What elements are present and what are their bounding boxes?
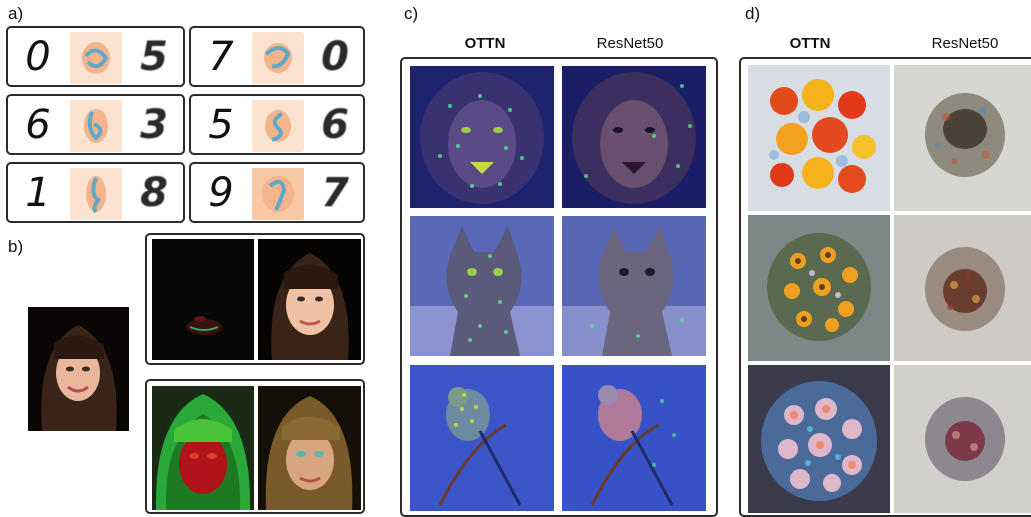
attribution-map (70, 32, 122, 84)
feature-visualization-box (739, 57, 1031, 517)
column-header-resnet50: ResNet50 (596, 35, 664, 52)
panel-label-d: d) (745, 4, 761, 23)
attribution-map (252, 32, 304, 84)
attribution-map-face (152, 239, 254, 360)
panel-label-b: b) (8, 237, 24, 256)
attribution-map-face (152, 386, 254, 510)
digit-input: 5 (208, 102, 234, 148)
ottn-feature-visualization-2 (748, 215, 890, 361)
attribution-map (252, 100, 304, 152)
digit-box-2: 7 0 (189, 26, 365, 87)
attribution-map (252, 168, 304, 220)
digit-box-3: 6 3 (6, 94, 185, 155)
column-header-ottn: OTTN (464, 35, 506, 52)
ottn-feature-visualization-3 (748, 365, 890, 513)
digit-result: 0 (321, 34, 349, 80)
digit-input: 7 (208, 34, 234, 80)
digit-result: 7 (321, 170, 349, 216)
attribution-map (70, 100, 122, 152)
digit-box-6: 9 7 (189, 162, 365, 223)
face-result-image (258, 386, 361, 510)
digit-input: 6 (25, 102, 51, 148)
face-input-image (28, 307, 129, 431)
bird-resnet50-saliency (562, 365, 706, 511)
column-header-resnet50: ResNet50 (931, 35, 999, 52)
cat-ottn-saliency (410, 216, 554, 356)
lion-resnet50-saliency (562, 66, 706, 208)
cat-resnet50-saliency (562, 216, 706, 356)
column-header-ottn: OTTN (789, 35, 831, 52)
digit-input: 1 (25, 170, 51, 216)
panel-label-a: a) (8, 4, 24, 23)
digit-result: 6 (321, 102, 349, 148)
digit-result: 8 (140, 170, 168, 216)
digit-box-1: 0 5 (6, 26, 185, 87)
face-result-image (258, 239, 361, 360)
digit-result: 5 (140, 34, 168, 80)
lion-ottn-saliency (410, 66, 554, 208)
resnet50-feature-visualization-2 (894, 215, 1031, 361)
digit-input: 9 (208, 170, 234, 216)
digit-result: 3 (140, 102, 168, 148)
resnet50-feature-visualization-1 (894, 65, 1031, 211)
panel-label-c: c) (404, 4, 419, 23)
digit-box-5: 1 8 (6, 162, 185, 223)
saliency-comparison-box (400, 57, 718, 517)
digit-box-4: 5 6 (189, 94, 365, 155)
resnet50-feature-visualization-3 (894, 365, 1031, 513)
bird-ottn-saliency (410, 365, 554, 511)
face-result-box-2 (145, 379, 365, 514)
ottn-feature-visualization-1 (748, 65, 890, 211)
digit-input: 0 (25, 34, 51, 80)
attribution-map (70, 168, 122, 220)
face-result-box-1 (145, 233, 365, 365)
